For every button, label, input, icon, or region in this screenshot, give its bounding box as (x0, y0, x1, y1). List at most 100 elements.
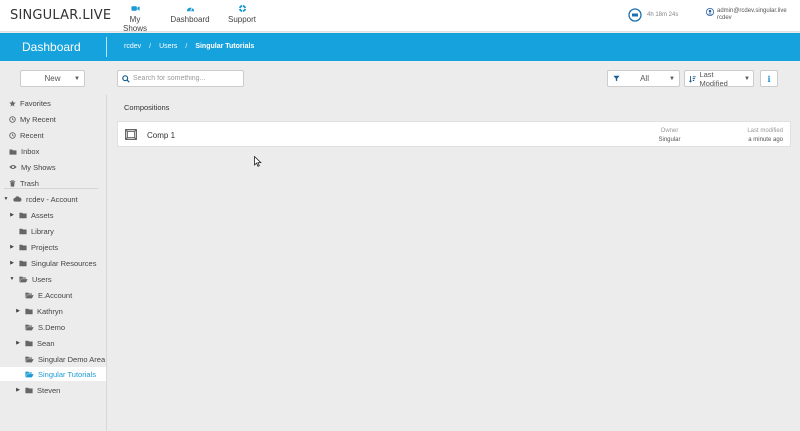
sidebar-item-sean[interactable]: ▶ Sean (15, 336, 54, 350)
sort-icon (689, 75, 696, 83)
sidebar-item-recent[interactable]: Recent (9, 128, 44, 142)
sidebar-item-label: Kathryn (37, 306, 63, 316)
clock-icon (9, 115, 16, 123)
sidebar-item-projects[interactable]: ▶ Projects (9, 240, 58, 254)
user-account: rcdev (717, 15, 732, 21)
dashboard-icon (186, 7, 194, 12)
lifebuoy-icon (238, 4, 246, 13)
sidebar-divider (4, 188, 98, 189)
sidebar-item-label: My Shows (21, 162, 56, 172)
caret-right-icon[interactable]: ▶ (15, 387, 21, 393)
owner-value: Singular (658, 137, 681, 143)
folder-icon (19, 212, 27, 218)
composition-owner: Owner Singular (648, 127, 691, 145)
filter-dropdown[interactable]: All ▼ (607, 70, 680, 87)
sidebar-item-inbox[interactable]: Inbox (9, 144, 39, 158)
sidebar-item-singular-tutorials[interactable]: Singular Tutorials (0, 367, 106, 381)
user-menu[interactable]: admin@rcdev.singular.live rcdev (706, 8, 787, 22)
sidebar-item-label: Singular Resources (31, 258, 97, 268)
user-email: admin@rcdev.singular.live (717, 8, 787, 14)
sidebar-item-label: Singular Demo Area (38, 354, 106, 364)
caret-right-icon[interactable]: ▶ (9, 244, 15, 250)
info-button[interactable]: i (760, 70, 778, 87)
app-logo[interactable]: SINGULAR.LIVE (10, 8, 111, 23)
caret-down-icon[interactable]: ▼ (3, 196, 9, 202)
sidebar-item-label: Recent (20, 130, 44, 140)
filter-label: All (640, 74, 649, 83)
nav-support-label: Support (227, 15, 257, 24)
nav-my-shows-label: My Shows (122, 15, 147, 33)
breadcrumb-item-current: Singular Tutorials (195, 43, 255, 50)
nav-dashboard-label: Dashboard (170, 15, 210, 24)
nav-dashboard[interactable]: Dashboard (170, 4, 210, 24)
caret-down-icon[interactable]: ▼ (9, 276, 15, 282)
folder-icon (19, 244, 27, 250)
modified-label: Last modified (747, 128, 783, 134)
inbox-icon (9, 149, 17, 155)
sidebar-item-label: rcdev - Account (26, 194, 78, 204)
folder-open-icon (19, 276, 28, 282)
composition-icon (125, 129, 137, 140)
sidebar-item-label: S.Demo (38, 322, 66, 332)
composition-name[interactable]: Comp 1 (147, 131, 175, 140)
composition-row[interactable]: Comp 1 Owner Singular Last modified a mi… (117, 121, 791, 147)
sidebar-item-label: Favorites (20, 98, 51, 108)
sidebar-item-singular-demo-area[interactable]: Singular Demo Area (25, 352, 105, 366)
session-timer: 4h 18m 24s (628, 8, 678, 22)
chevron-down-icon: ▼ (744, 75, 750, 82)
page-title: Dashboard (22, 40, 81, 54)
sidebar-item-label: Steven (37, 385, 61, 395)
nav-my-shows[interactable]: My Shows (117, 4, 153, 33)
sidebar-item-my-recent[interactable]: My Recent (9, 112, 56, 126)
sidebar-item-favorites[interactable]: Favorites (9, 96, 51, 110)
sidebar-item-users[interactable]: ▼ Users (9, 272, 52, 286)
breadcrumb-item-users[interactable]: Users (159, 43, 177, 50)
breadcrumb-separator: / (185, 43, 188, 50)
eye-icon (9, 165, 17, 169)
header-divider (106, 37, 107, 57)
sidebar-item-singular-resources[interactable]: ▶ Singular Resources (9, 256, 96, 270)
caret-right-icon[interactable]: ▶ (9, 212, 15, 218)
search-icon (122, 74, 130, 83)
folder-icon (25, 387, 33, 393)
timer-text: 4h 18m 24s (647, 12, 679, 18)
sort-dropdown[interactable]: Last Modified ▼ (684, 70, 754, 88)
sidebar-item-label: Inbox (21, 146, 40, 156)
sidebar-item-label: My Recent (20, 114, 56, 124)
caret-right-icon[interactable]: ▶ (15, 340, 21, 346)
composition-modified: Last modified a minute ago (747, 127, 783, 145)
new-button[interactable]: New ▼ (20, 70, 85, 87)
sidebar: Favorites My Recent Recent Inbox My Show… (0, 95, 107, 431)
clock-icon (9, 131, 16, 139)
sidebar-item-library[interactable]: Library (19, 224, 54, 238)
chevron-down-icon: ▼ (669, 75, 675, 82)
sidebar-item-steven[interactable]: ▶ Steven (15, 383, 60, 397)
search-input[interactable] (133, 75, 243, 82)
breadcrumb-item-rcdev[interactable]: rcdev (124, 43, 141, 50)
caret-right-icon[interactable]: ▶ (9, 260, 15, 266)
sidebar-item-label: Users (32, 274, 52, 284)
sidebar-item-account[interactable]: ▼ rcdev - Account (3, 192, 78, 206)
sidebar-item-kathryn[interactable]: ▶ Kathryn (15, 304, 63, 318)
sidebar-item-assets[interactable]: ▶ Assets (9, 208, 54, 222)
mouse-cursor-icon (254, 156, 262, 167)
sidebar-item-label: Assets (31, 210, 54, 220)
filter-icon (613, 75, 620, 82)
breadcrumb: rcdev / Users / Singular Tutorials (124, 43, 254, 50)
folder-open-icon (25, 371, 34, 377)
modified-value: a minute ago (748, 137, 783, 143)
new-button-label: New (44, 74, 61, 83)
sidebar-item-my-shows[interactable]: My Shows (9, 160, 56, 174)
search-box[interactable] (117, 70, 244, 87)
top-navbar: SINGULAR.LIVE My Shows Dashboard Support… (0, 0, 800, 33)
sidebar-item-e-account[interactable]: E.Account (25, 288, 72, 302)
star-icon (9, 99, 16, 107)
sidebar-item-label: E.Account (38, 290, 73, 300)
sidebar-item-label: Singular Tutorials (38, 369, 96, 379)
nav-support[interactable]: Support (227, 4, 257, 24)
sidebar-item-label: Library (31, 226, 54, 236)
caret-right-icon[interactable]: ▶ (15, 308, 21, 314)
folder-icon (25, 340, 33, 346)
user-avatar-icon (706, 8, 714, 16)
sidebar-item-s-demo[interactable]: S.Demo (25, 320, 65, 334)
